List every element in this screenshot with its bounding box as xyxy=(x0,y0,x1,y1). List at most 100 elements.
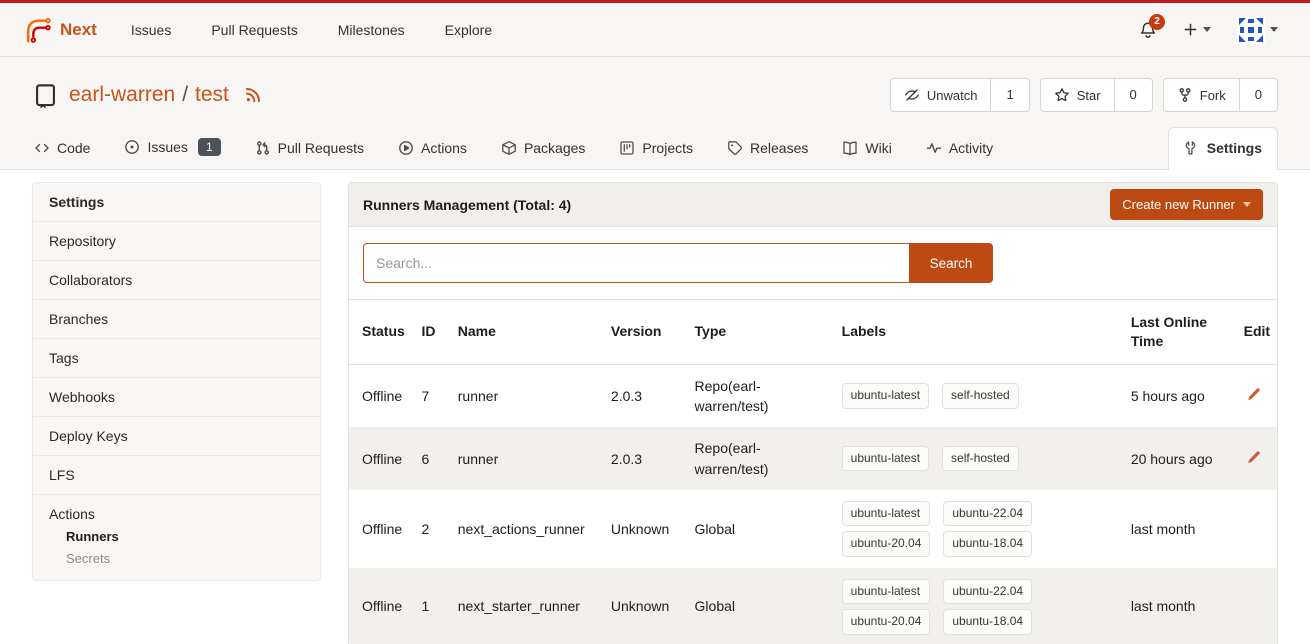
chevron-down-icon xyxy=(1243,202,1251,207)
star-button-group: Star 0 xyxy=(1040,78,1153,112)
runner-version: 2.0.3 xyxy=(605,364,689,427)
fork-icon xyxy=(1177,87,1193,103)
pull-request-icon xyxy=(255,140,271,156)
wrench-icon xyxy=(1184,140,1200,156)
top-area: Next Issues Pull Requests Milestones Exp… xyxy=(0,0,1310,170)
label-chip: ubuntu-20.04 xyxy=(842,609,931,634)
tab-settings-label: Settings xyxy=(1207,140,1262,156)
sidebar-item-webhooks[interactable]: Webhooks xyxy=(33,378,320,417)
watchers-count[interactable]: 1 xyxy=(990,79,1028,111)
sidebar-item-tags[interactable]: Tags xyxy=(33,339,320,378)
brand-name: Next xyxy=(60,20,97,40)
runner-id: 7 xyxy=(416,364,452,427)
sidebar-item-secrets[interactable]: Secrets xyxy=(49,544,304,566)
fork-button-group: Fork 0 xyxy=(1163,78,1278,112)
nav-milestones[interactable]: Milestones xyxy=(338,22,405,38)
runner-type: Global xyxy=(689,490,836,568)
runners-panel: Runners Management (Total: 4) Create new… xyxy=(348,182,1278,644)
runner-version: Unknown xyxy=(605,568,689,644)
package-icon xyxy=(501,140,517,156)
tab-code[interactable]: Code xyxy=(32,128,92,169)
sidebar-actions-label: Actions xyxy=(49,506,304,522)
label-chip: ubuntu-18.04 xyxy=(943,609,1032,634)
edit-runner-button[interactable] xyxy=(1244,448,1263,467)
tab-settings[interactable]: Settings xyxy=(1168,127,1278,170)
unwatch-button[interactable]: Unwatch xyxy=(891,79,991,111)
runner-edit-empty xyxy=(1238,490,1277,568)
label-chip: ubuntu-latest xyxy=(842,501,931,526)
edit-runner-button[interactable] xyxy=(1244,385,1263,404)
runner-id: 6 xyxy=(416,427,452,490)
star-icon xyxy=(1054,87,1070,103)
code-icon xyxy=(34,140,50,156)
table-header-row: Status ID Name Version Type Labels Last … xyxy=(349,300,1277,364)
repo-owner-link[interactable]: earl-warren xyxy=(69,83,175,107)
sidebar-item-runners[interactable]: Runners xyxy=(49,522,304,544)
table-row: Offline 6 runner 2.0.3 Repo(earl-warren/… xyxy=(349,427,1277,490)
runner-last-online: last month xyxy=(1125,568,1238,644)
navbar: Next Issues Pull Requests Milestones Exp… xyxy=(0,0,1310,57)
nav-pull-requests[interactable]: Pull Requests xyxy=(211,22,297,38)
label-chip: ubuntu-latest xyxy=(842,446,929,471)
sidebar-item-branches[interactable]: Branches xyxy=(33,300,320,339)
breadcrumb-separator: / xyxy=(182,83,188,107)
watch-button-group: Unwatch 1 xyxy=(890,78,1030,112)
settings-sidebar: Settings Repository Collaborators Branch… xyxy=(32,182,321,581)
sidebar-item-lfs[interactable]: LFS xyxy=(33,456,320,495)
col-header-type: Type xyxy=(689,300,836,364)
issue-icon xyxy=(124,139,140,155)
repo-name-link[interactable]: test xyxy=(195,83,229,107)
col-header-status: Status xyxy=(349,300,416,364)
create-new-menu[interactable] xyxy=(1183,22,1211,37)
tab-wiki-label: Wiki xyxy=(865,140,891,156)
tab-activity[interactable]: Activity xyxy=(924,128,995,169)
nav-issues[interactable]: Issues xyxy=(131,22,171,38)
book-icon xyxy=(842,140,858,156)
sidebar-item-collaborators[interactable]: Collaborators xyxy=(33,261,320,300)
tab-packages[interactable]: Packages xyxy=(499,128,587,169)
tab-code-label: Code xyxy=(57,140,90,156)
repository-icon xyxy=(32,82,59,109)
label-chip: ubuntu-20.04 xyxy=(842,531,931,556)
avatar xyxy=(1237,16,1265,44)
tab-projects[interactable]: Projects xyxy=(617,128,695,169)
tab-actions[interactable]: Actions xyxy=(396,128,469,169)
tab-releases[interactable]: Releases xyxy=(725,128,810,169)
label-chip: ubuntu-22.04 xyxy=(943,501,1032,526)
home-logo[interactable]: Next xyxy=(24,16,97,44)
runner-labels: ubuntu-latest self-hosted xyxy=(842,383,1119,408)
user-menu[interactable] xyxy=(1237,16,1278,44)
search-input[interactable] xyxy=(363,243,909,283)
nav-links: Issues Pull Requests Milestones Explore xyxy=(131,22,492,38)
tab-releases-label: Releases xyxy=(750,140,808,156)
stars-count[interactable]: 0 xyxy=(1114,79,1152,111)
create-runner-button[interactable]: Create new Runner xyxy=(1110,189,1263,220)
notifications-button[interactable]: 2 xyxy=(1139,21,1157,39)
sidebar-item-repository[interactable]: Repository xyxy=(33,222,320,261)
tab-packages-label: Packages xyxy=(524,140,585,156)
sidebar-item-deploy-keys[interactable]: Deploy Keys xyxy=(33,417,320,456)
fork-button[interactable]: Fork xyxy=(1164,79,1239,111)
runner-last-online: last month xyxy=(1125,490,1238,568)
search-form: Search xyxy=(349,227,1277,300)
tab-wiki[interactable]: Wiki xyxy=(840,128,893,169)
label-chip: self-hosted xyxy=(942,446,1019,471)
tab-issues[interactable]: Issues 1 xyxy=(122,126,222,169)
runner-status: Offline xyxy=(349,427,416,490)
runner-version: Unknown xyxy=(605,490,689,568)
col-header-id: ID xyxy=(416,300,452,364)
forks-count[interactable]: 0 xyxy=(1239,79,1277,111)
tab-pull-requests[interactable]: Pull Requests xyxy=(253,128,366,169)
search-button[interactable]: Search xyxy=(909,243,993,283)
label-chip: ubuntu-18.04 xyxy=(943,531,1032,556)
label-chip: ubuntu-latest xyxy=(842,579,931,604)
repo-header: earl-warren / test Unwatch 1 xyxy=(0,57,1310,126)
table-row: Offline 7 runner 2.0.3 Repo(earl-warren/… xyxy=(349,364,1277,427)
eye-slash-icon xyxy=(904,87,920,103)
repo-tabbar: Code Issues 1 Pull Requests Actions Pack… xyxy=(0,126,1310,170)
chevron-down-icon xyxy=(1270,27,1278,32)
tag-icon xyxy=(727,140,743,156)
star-button[interactable]: Star xyxy=(1041,79,1114,111)
rss-feed-icon[interactable] xyxy=(244,86,262,104)
nav-explore[interactable]: Explore xyxy=(445,22,492,38)
